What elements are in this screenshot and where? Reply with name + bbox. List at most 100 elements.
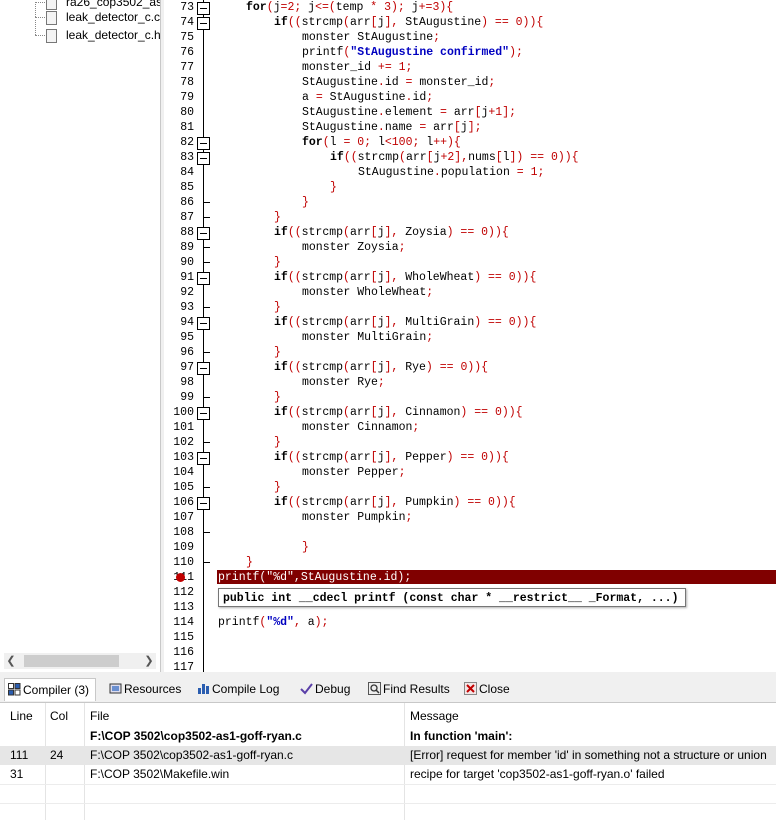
line-number: 94 [180,316,194,329]
code-line[interactable]: } [274,345,281,360]
code-line[interactable]: monster StAugustine; [302,30,440,45]
error-marker-icon[interactable] [176,573,185,582]
tab-label: Resources [124,682,182,696]
tree-connector [35,20,36,35]
cell-message: [Error] request for member 'id' in somet… [410,748,767,762]
scroll-left-icon[interactable]: ❮ [4,653,18,669]
code-line[interactable]: monster MultiGrain; [302,330,433,345]
table-row-selected[interactable]: 111 24 F:\COP 3502\cop3502-as1-goff-ryan… [0,746,776,765]
scrollbar-thumb[interactable] [24,655,119,667]
table-row[interactable]: F:\COP 3502\cop3502-as1-goff-ryan.c In f… [0,727,776,746]
column-header-file[interactable]: File [90,708,109,724]
code-line[interactable]: for(l = 0; l<100; l++){ [302,135,461,150]
tab-close[interactable]: Close [461,678,510,700]
fold-toggle-icon[interactable] [197,227,210,240]
compiler-results-table[interactable]: Line Col File Message F:\COP 3502\cop350… [0,703,776,820]
code-line[interactable]: monster Pumpkin; [302,510,412,525]
line-number: 83 [180,151,194,164]
code-line[interactable]: } [274,300,281,315]
tree-horizontal-scrollbar[interactable]: ❮ ❯ [4,653,156,669]
code-line[interactable]: monster Cinnamon; [302,420,419,435]
code-line[interactable]: if((strcmp(arr[j], Cinnamon) == 0)){ [274,405,523,420]
tab-debug[interactable]: Debug [297,678,350,700]
code-line[interactable]: if((strcmp(arr[j+2],nums[l]) == 0)){ [330,150,579,165]
code-line[interactable]: StAugustine.name = arr[j]; [302,120,482,135]
code-line[interactable]: } [274,435,281,450]
line-number: 78 [180,76,194,89]
line-number: 100 [173,406,194,419]
code-line[interactable]: monster WholeWheat; [302,285,433,300]
line-number: 109 [173,541,194,554]
code-line[interactable]: if((strcmp(arr[j], Rye) == 0)){ [274,360,488,375]
error-line-highlight[interactable]: printf("%d",StAugustine.id); [217,570,776,584]
tab-label: Compile Log [212,682,280,696]
code-line[interactable]: StAugustine.id = monster_id; [302,75,495,90]
column-header-col[interactable]: Col [50,708,68,724]
fold-toggle-icon[interactable] [197,317,210,330]
code-line[interactable]: monster Rye; [302,375,385,390]
code-line[interactable]: } [246,555,253,570]
code-line[interactable]: if((strcmp(arr[j], Pumpkin) == 0)){ [274,495,516,510]
code-line[interactable]: if((strcmp(arr[j], WholeWheat) == 0)){ [274,270,536,285]
code-line[interactable]: monster_id += 1; [302,60,412,75]
fold-toggle-icon[interactable] [197,152,210,165]
fold-toggle-icon[interactable] [197,497,210,510]
code-line[interactable]: StAugustine.population = 1; [358,165,544,180]
fold-end-tick [204,442,210,443]
tab-compiler[interactable]: Compiler (3) [4,678,97,701]
code-line[interactable]: } [274,210,281,225]
code-line[interactable]: StAugustine.element = arr[j+1]; [302,105,516,120]
tab-compile-log[interactable]: Compile Log [194,678,279,700]
line-number: 103 [173,451,194,464]
fold-toggle-icon[interactable] [197,137,210,150]
line-number: 85 [180,181,194,194]
code-line[interactable]: if((strcmp(arr[j], Pepper) == 0)){ [274,450,509,465]
code-line[interactable]: if((strcmp(arr[j], MultiGrain) == 0)){ [274,315,536,330]
code-line[interactable]: } [274,480,281,495]
line-number: 106 [173,496,194,509]
line-number: 74 [180,16,194,29]
tree-item-label: leak_detector_c.c [66,10,161,24]
fold-toggle-icon[interactable] [197,272,210,285]
code-line[interactable]: } [274,255,281,270]
resources-icon [109,683,122,694]
code-line[interactable]: monster Pepper; [302,465,406,480]
tab-label: Compiler (3) [23,683,90,697]
code-line[interactable]: printf("StAugustine confirmed"); [302,45,523,60]
tree-connector [35,2,45,3]
line-number: 113 [173,601,194,614]
code-line[interactable]: } [274,390,281,405]
line-number: 114 [173,616,194,629]
code-line[interactable]: for(j=2; j<=(temp * 3); j+=3){ [246,0,453,15]
fold-toggle-icon[interactable] [197,17,210,30]
tab-resources[interactable]: Resources [106,678,181,700]
line-number: 87 [180,211,194,224]
line-number: 92 [180,286,194,299]
fold-toggle-icon[interactable] [197,362,210,375]
cell-line: 111 [10,748,29,762]
code-line[interactable]: if((strcmp(arr[j], StAugustine) == 0)){ [274,15,543,30]
fold-toggle-icon[interactable] [197,407,210,420]
column-header-message[interactable]: Message [410,708,459,724]
column-header-line[interactable]: Line [10,708,33,724]
tree-connector [35,2,36,17]
table-row[interactable]: 31 F:\COP 3502\Makefile.win recipe for t… [0,765,776,784]
tab-find-results[interactable]: Find Results [365,678,450,700]
fold-toggle-icon[interactable] [197,452,210,465]
fold-toggle-icon[interactable] [197,2,210,15]
fold-end-tick [204,202,210,203]
code-line[interactable]: } [330,180,337,195]
function-signature-tooltip: public int __cdecl printf (const char * … [218,588,686,607]
code-line[interactable]: } [302,540,309,555]
code-line[interactable]: a = StAugustine.id; [302,90,433,105]
code-line[interactable]: monster Zoysia; [302,240,406,255]
code-line[interactable]: } [302,195,309,210]
scroll-right-icon[interactable]: ❯ [142,653,156,669]
tab-label: Close [479,682,510,696]
line-number: 116 [173,646,194,659]
code-line[interactable]: printf("%d", a); [218,615,328,630]
close-icon [464,682,477,695]
line-number: 82 [180,136,194,149]
project-tree[interactable]: ra26_cop3502_as1 leak_detector_c.c leak_… [0,0,161,672]
code-line[interactable]: if((strcmp(arr[j], Zoysia) == 0)){ [274,225,509,240]
